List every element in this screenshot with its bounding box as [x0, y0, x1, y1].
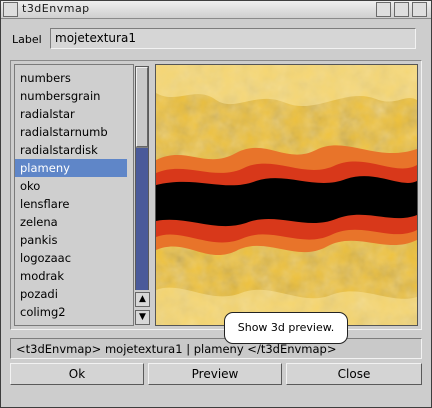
- list-item[interactable]: numbers: [15, 69, 127, 87]
- tooltip: Show 3d preview.: [224, 312, 348, 344]
- list-item-selected[interactable]: plameny: [15, 159, 127, 177]
- texture-preview: [155, 64, 418, 326]
- zoom-icon[interactable]: [394, 2, 409, 17]
- list-item[interactable]: zelena: [15, 213, 127, 231]
- list-item[interactable]: pozadi: [15, 285, 127, 303]
- list-item[interactable]: logozaac: [15, 249, 127, 267]
- label-input[interactable]: mojetextura1: [50, 28, 416, 49]
- close-window-icon[interactable]: [3, 2, 18, 17]
- arrow-down-icon[interactable]: ▼: [135, 310, 150, 325]
- label-caption: Label: [12, 33, 42, 46]
- scrollbar-fill: [136, 148, 148, 290]
- list-item[interactable]: colimg2: [15, 303, 127, 321]
- status-bar: <t3dEnvmap> mojetextura1 | plameny </t3d…: [10, 338, 422, 359]
- list-item[interactable]: pankis: [15, 231, 127, 249]
- texture-list[interactable]: numbers numbersgrain radialstar radialst…: [14, 64, 134, 326]
- list-item[interactable]: radialstar: [15, 105, 127, 123]
- depth-icon[interactable]: [412, 2, 427, 17]
- ok-button[interactable]: Ok: [10, 363, 144, 385]
- list-item[interactable]: radialstardisk: [15, 141, 127, 159]
- close-button[interactable]: Close: [286, 363, 422, 385]
- iconify-icon[interactable]: [376, 2, 391, 17]
- list-item[interactable]: numbersgrain: [15, 87, 127, 105]
- preview-button[interactable]: Preview: [148, 363, 282, 385]
- list-item[interactable]: lensflare: [15, 195, 127, 213]
- arrow-up-icon[interactable]: ▲: [135, 292, 150, 307]
- list-item[interactable]: oko: [15, 177, 127, 195]
- window-title: t3dEnvmap: [22, 2, 90, 15]
- list-item[interactable]: radialstarnumb: [15, 123, 127, 141]
- flame-texture-image: [156, 65, 417, 325]
- scrollbar-thumb[interactable]: [136, 67, 148, 147]
- list-item[interactable]: modrak: [15, 267, 127, 285]
